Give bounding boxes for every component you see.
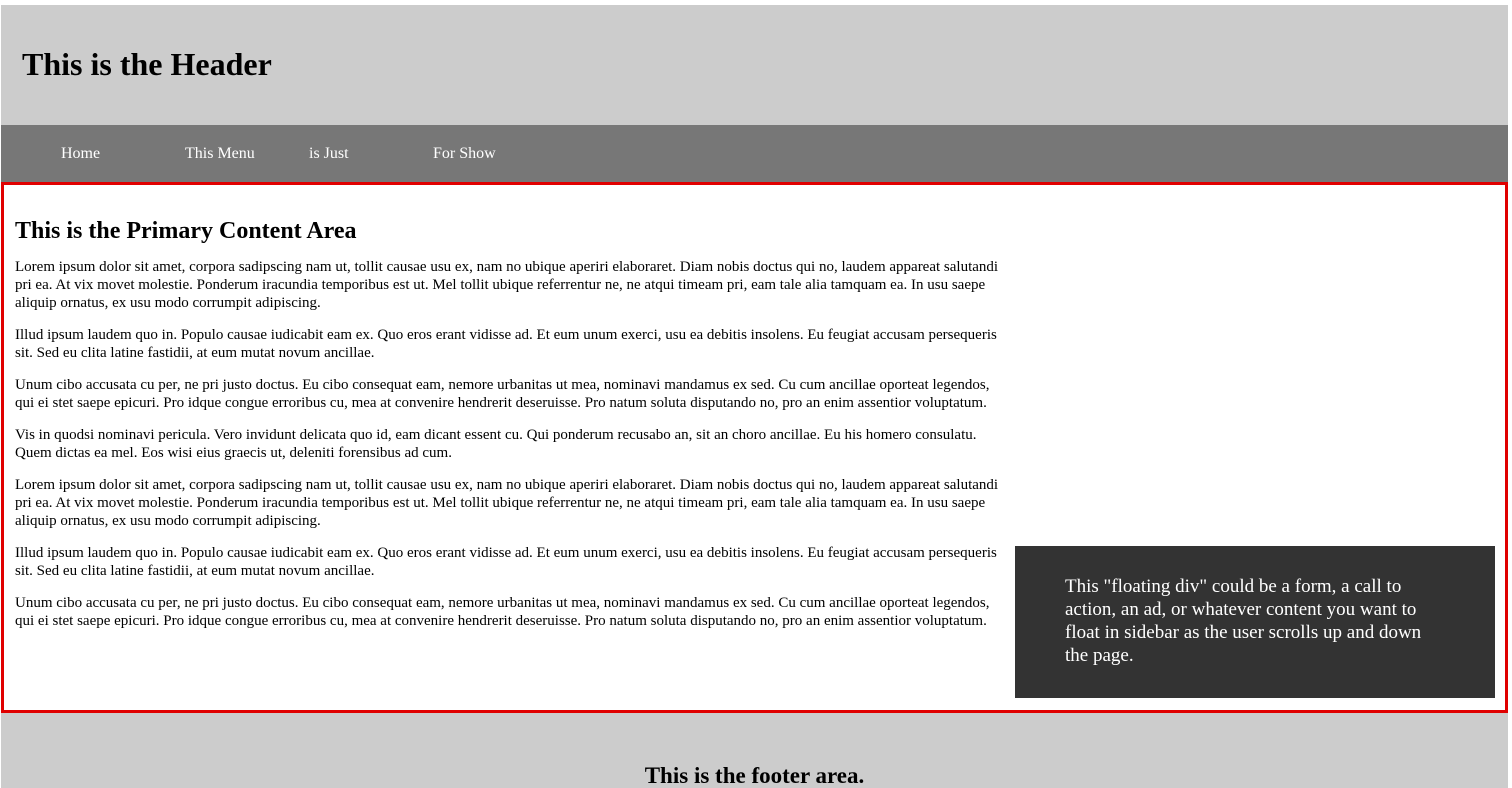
content-area: This is the Primary Content Area Lorem i…	[1, 182, 1508, 713]
main-nav: Home This Menu is Just For Show	[1, 125, 1508, 182]
nav-item-this-menu[interactable]: This Menu	[185, 144, 255, 164]
site-footer: This is the footer area.	[1, 713, 1508, 788]
content-paragraph: Vis in quodsi nominavi pericula. Vero in…	[15, 427, 977, 461]
primary-content: This is the Primary Content Area Lorem i…	[15, 216, 1000, 644]
nav-item-is-just[interactable]: is Just	[309, 144, 349, 164]
page: This is the Header Home This Menu is Jus…	[1, 5, 1508, 788]
floating-sidebar-box: This "floating div" could be a form, a c…	[1015, 546, 1495, 698]
content-paragraph: Lorem ipsum dolor sit amet, corpora sadi…	[15, 259, 999, 311]
footer-text: This is the footer area.	[644, 763, 865, 788]
content-paragraph: Illud ipsum laudem quo in. Populo causae…	[15, 545, 997, 579]
content-paragraph: Illud ipsum laudem quo in. Populo causae…	[15, 327, 997, 361]
content-paragraph: Unum cibo accusata cu per, ne pri justo …	[15, 377, 990, 411]
header-title: This is the Header	[22, 46, 272, 82]
nav-item-for-show[interactable]: For Show	[433, 144, 496, 164]
floating-box-text: This "floating div" could be a form, a c…	[1065, 576, 1422, 666]
primary-content-title: This is the Primary Content Area	[15, 218, 357, 244]
content-paragraph: Unum cibo accusata cu per, ne pri justo …	[15, 595, 990, 629]
nav-item-home[interactable]: Home	[61, 144, 100, 164]
site-header: This is the Header	[1, 5, 1508, 125]
content-paragraph: Lorem ipsum dolor sit amet, corpora sadi…	[15, 477, 999, 529]
